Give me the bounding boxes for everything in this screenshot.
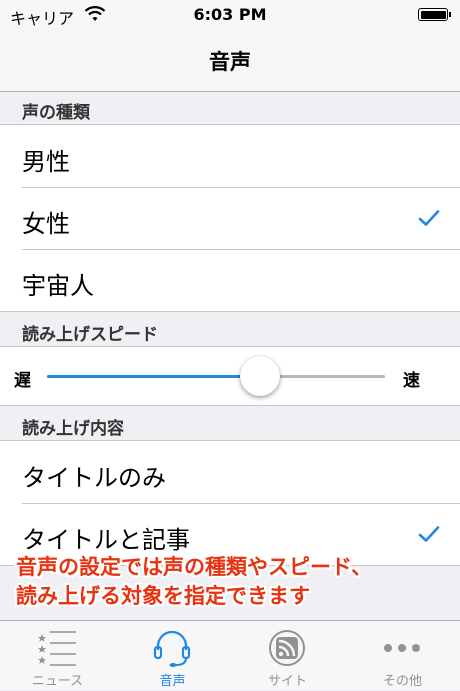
voice-option-male[interactable]: 男性 <box>0 125 460 187</box>
annotation-line-2: 読み上げる対象を指定できます <box>16 584 310 608</box>
content-option-label: タイトルと記事 <box>22 526 190 554</box>
news-list-icon <box>37 631 76 666</box>
speed-slider[interactable] <box>47 356 385 396</box>
section-header-speed: 読み上げスピード <box>22 325 158 345</box>
page-title: 音声 <box>209 50 251 74</box>
section-header-voice-type: 声の種類 <box>22 103 90 123</box>
clock: 6:03 PM <box>193 5 267 24</box>
navigation-bar: 音声 <box>0 30 460 92</box>
voice-type-group: 男性 女性 宇宙人 <box>0 124 460 312</box>
tab-more[interactable]: その他 <box>345 621 460 691</box>
voice-option-label: 宇宙人 <box>22 272 94 300</box>
headset-icon <box>153 630 191 667</box>
content-group: タイトルのみ タイトルと記事 <box>0 440 460 566</box>
voice-option-female[interactable]: 女性 <box>0 187 460 249</box>
slider-fill <box>47 375 260 378</box>
tab-label: ニュース <box>31 674 84 689</box>
rss-icon <box>269 630 305 666</box>
voice-option-alien[interactable]: 宇宙人 <box>0 249 460 311</box>
voice-option-label: 女性 <box>22 210 70 238</box>
checkmark-icon <box>418 210 440 226</box>
tab-label: その他 <box>382 674 422 689</box>
more-icon <box>384 644 420 652</box>
annotation-line-1: 音声の設定では声の種類やスピード、 <box>16 555 373 579</box>
tab-site[interactable]: サイト <box>230 621 345 691</box>
section-header-content: 読み上げ内容 <box>22 419 124 439</box>
status-bar: キャリア 6:03 PM <box>0 0 460 30</box>
content-option-label: タイトルのみ <box>22 464 166 492</box>
tab-bar: ニュース 音声 サイト その他 <box>0 620 460 690</box>
tab-label: 音声 <box>159 674 186 689</box>
voice-option-label: 男性 <box>22 148 70 176</box>
battery-icon <box>418 8 451 21</box>
slider-max-label: 速 <box>403 371 420 391</box>
checkmark-icon <box>418 526 440 542</box>
tab-label: サイト <box>267 674 307 689</box>
tab-news[interactable]: ニュース <box>0 621 115 691</box>
speed-slider-row: 遅 速 <box>0 346 460 406</box>
tab-voice[interactable]: 音声 <box>115 621 230 691</box>
annotation-callout: 音声の設定では声の種類やスピード、 読み上げる対象を指定できます <box>16 553 372 611</box>
slider-min-label: 遅 <box>14 371 31 391</box>
slider-thumb[interactable] <box>239 356 280 396</box>
content-option-title-only[interactable]: タイトルのみ <box>0 441 460 503</box>
